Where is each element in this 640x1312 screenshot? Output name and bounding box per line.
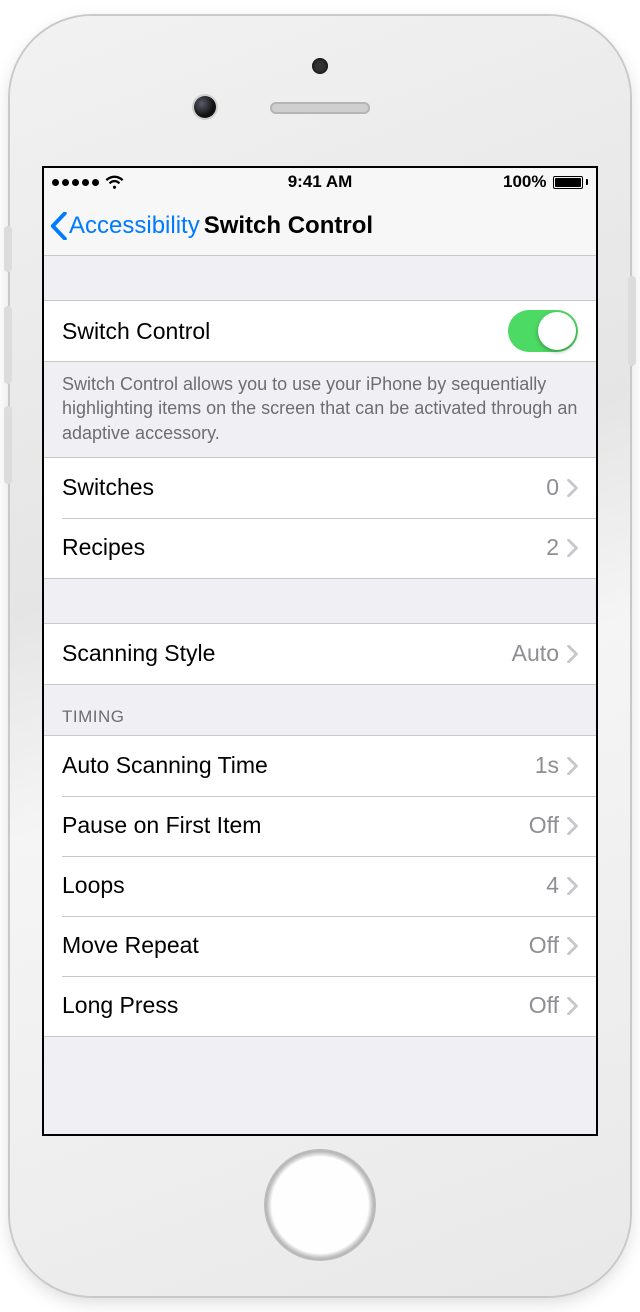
switches-row[interactable]: Switches 0: [44, 458, 596, 518]
chevron-right-icon: [567, 479, 578, 497]
scanning-style-label: Scanning Style: [62, 640, 512, 667]
scanning-style-group: Scanning Style Auto: [44, 623, 596, 685]
status-bar: 9:41 AM 100%: [44, 168, 596, 196]
cell-label: Long Press: [62, 992, 529, 1019]
wifi-icon: [105, 175, 124, 189]
pause-on-first-item-row[interactable]: Pause on First Item Off: [44, 796, 596, 856]
toggle-knob: [538, 312, 576, 350]
cell-value: Off: [529, 932, 559, 959]
chevron-right-icon: [567, 757, 578, 775]
switch-control-label: Switch Control: [62, 318, 508, 345]
cell-value: 1s: [535, 752, 559, 779]
switches-recipes-group: Switches 0 Recipes 2: [44, 457, 596, 579]
recipes-value: 2: [546, 534, 559, 561]
scanning-style-row[interactable]: Scanning Style Auto: [44, 624, 596, 684]
cell-value: Off: [529, 992, 559, 1019]
back-label: Accessibility: [69, 212, 200, 240]
switches-value: 0: [546, 474, 559, 501]
long-press-row[interactable]: Long Press Off: [44, 976, 596, 1036]
recipes-label: Recipes: [62, 534, 546, 561]
switch-control-description: Switch Control allows you to use your iP…: [44, 362, 596, 457]
page-title: Switch Control: [204, 212, 373, 240]
screen: 9:41 AM 100% Accessibility Switch Contro…: [42, 166, 598, 1136]
switch-control-toggle-row[interactable]: Switch Control: [44, 301, 596, 361]
status-time: 9:41 AM: [288, 172, 353, 192]
cell-label: Loops: [62, 872, 546, 899]
scanning-style-value: Auto: [512, 640, 559, 667]
battery-icon: [553, 176, 589, 189]
chevron-right-icon: [567, 539, 578, 557]
move-repeat-row[interactable]: Move Repeat Off: [44, 916, 596, 976]
navigation-bar: Accessibility Switch Control: [44, 196, 596, 256]
chevron-right-icon: [567, 937, 578, 955]
chevron-left-icon: [50, 212, 67, 240]
chevron-right-icon: [567, 997, 578, 1015]
switch-control-group: Switch Control: [44, 300, 596, 362]
switch-control-toggle[interactable]: [508, 310, 578, 352]
volume-up-button: [4, 306, 12, 384]
cell-label: Auto Scanning Time: [62, 752, 535, 779]
cell-label: Pause on First Item: [62, 812, 529, 839]
chevron-right-icon: [567, 645, 578, 663]
timing-section-header: TIMING: [44, 685, 596, 735]
back-button[interactable]: Accessibility: [50, 212, 200, 240]
recipes-row[interactable]: Recipes 2: [44, 518, 596, 578]
switches-label: Switches: [62, 474, 546, 501]
front-camera: [194, 96, 216, 118]
timing-group: Auto Scanning Time 1s Pause on First Ite…: [44, 735, 596, 1037]
loops-row[interactable]: Loops 4: [44, 856, 596, 916]
home-button[interactable]: [265, 1150, 375, 1260]
chevron-right-icon: [567, 877, 578, 895]
cell-value: 4: [546, 872, 559, 899]
volume-down-button: [4, 406, 12, 484]
power-button: [628, 276, 636, 366]
battery-percent: 100%: [503, 172, 546, 192]
proximity-sensor: [312, 58, 328, 74]
chevron-right-icon: [567, 817, 578, 835]
cell-label: Move Repeat: [62, 932, 529, 959]
auto-scanning-time-row[interactable]: Auto Scanning Time 1s: [44, 736, 596, 796]
mute-switch: [4, 226, 12, 272]
cell-value: Off: [529, 812, 559, 839]
phone-frame: 9:41 AM 100% Accessibility Switch Contro…: [10, 16, 630, 1296]
signal-strength-icon: [52, 179, 99, 186]
speaker-grille: [270, 102, 370, 114]
